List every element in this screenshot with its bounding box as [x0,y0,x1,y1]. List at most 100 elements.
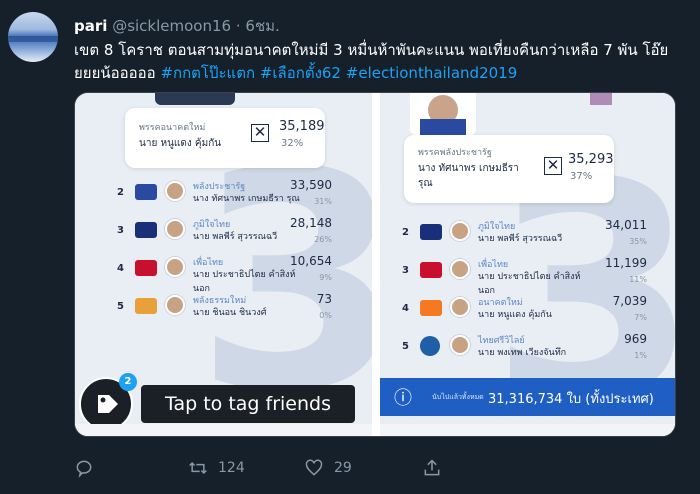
row-name: นาย พลพีร์ สุวรรณฉวี [478,234,563,244]
image-panel-left: 3 พรรคอนาคตใหม่ นาย หนูแดง คุ้มกัน ✕ 35,… [75,93,372,436]
reply-icon [76,460,92,478]
like-count: 29 [334,460,352,476]
row-pct: 1% [634,351,647,360]
winner-votes: 35,293 [568,152,614,167]
row-pct: 9% [319,273,332,282]
candidate-photo [450,335,470,355]
tweet-image[interactable]: 3 พรรคอนาคตใหม่ นาย หนูแดง คุ้มกัน ✕ 35,… [74,92,676,437]
total-label: นับไปแล้วทั้งหมด [432,393,484,401]
candidate-row: 3 ภูมิใจไทย นาย พลพีร์ สุวรรณฉวี 28,148 … [75,213,372,251]
hashtag-link[interactable]: #เลือกตั้ง62 [260,64,341,82]
avatar[interactable] [8,12,58,62]
display-name[interactable]: pari [74,17,107,35]
tweet-time[interactable]: 6ชม. [245,17,279,35]
winner-party: พรรคอนาคตใหม่ [139,123,206,133]
candidate-row: 5 พลังธรรมใหม่ นาย ชินอน ชินวงศ์ 73 0% [75,289,372,327]
row-pct: 11% [629,275,647,284]
winner-votes: 35,189 [279,119,325,134]
candidate-photo [165,181,185,201]
party-logo-icon [135,260,157,276]
party-logo-icon [135,298,157,314]
reply-button[interactable] [74,455,104,481]
tag-friends-label[interactable]: Tap to tag friends [141,385,355,423]
row-pct: 26% [314,235,332,244]
image-divider [372,93,380,436]
winner-party: พรรคพลังประชารัฐ [418,148,492,158]
tag-count-badge: 2 [119,373,137,391]
image-panel-right: 3 พรรคพลังประชารัฐ นาง ทัศนาพร เกษมธีรา … [380,93,675,436]
candidate-row: 3 เพื่อไทย นาย ประชาธิปไตย คำสิงห์ นอก 1… [380,253,675,296]
tweet[interactable]: pari @sicklemoon16 · 6ชม. เขต 8 โคราช ตอ… [0,0,700,494]
retweet-count: 124 [218,460,245,476]
row-rank: 5 [402,341,409,352]
row-votes: 34,011 [605,218,647,232]
candidate-row: 2 พลังประชารัฐ นาง ทัศนาพร เกษมธีรา รุณ … [75,175,372,213]
candidate-photo [165,219,185,239]
share-button[interactable] [422,455,452,481]
row-rank: 3 [117,225,124,236]
row-votes: 10,654 [290,254,332,268]
header-separator: · [235,17,241,35]
winner-name: นาง ทัศนาพร เกษมธีรา รุณ [418,163,519,189]
user-handle[interactable]: @sicklemoon16 [112,17,231,35]
row-rank: 4 [402,303,409,314]
row-votes: 28,148 [290,216,332,230]
info-icon[interactable]: ⓘ [394,384,412,410]
row-rank: 3 [402,265,409,276]
party-logo-icon [135,184,157,200]
share-icon [424,459,440,476]
row-pct: 7% [634,313,647,322]
candidate-photo [450,259,470,279]
mark-icon: ✕ [251,124,269,142]
row-rank: 2 [402,227,409,238]
candidate-photo [450,297,470,317]
winner-card: พรรคพลังประชารัฐ นาง ทัศนาพร เกษมธีรา รุ… [404,135,614,203]
like-button[interactable]: 29 [304,455,352,481]
row-name: นาย ชินอน ชินวงศ์ [193,308,267,318]
row-rank: 2 [117,187,124,198]
candidate-photo [450,221,470,241]
row-votes: 73 [316,292,332,306]
candidate-row: 4 เพื่อไทย นาย ประชาธิปไตย คำสิงห์ นอก 1… [75,251,372,294]
row-name: นาย พงเทพ เวียงจันทึก [478,348,567,358]
hashtag-link[interactable]: #electionthailand2019 [346,64,517,82]
winner-pct: 32% [281,138,304,149]
winner-name: นาย หนูแดง คุ้มกัน [139,138,222,149]
row-name: นาย หนูแดง คุ้มกัน [478,310,552,320]
winner-pct: 37% [570,171,593,182]
candidate-row: 5 ไทยศรีวิไลย์ นาย พงเทพ เวียงจันทึก 969… [380,329,675,367]
row-name: นาย พลพีร์ สุวรรณฉวี [193,232,278,242]
phone-nav-bar [380,424,675,436]
hashtag-link[interactable]: #กกตโป๊ะแตก [160,64,255,82]
retweet-icon [189,461,207,475]
party-logo-icon [420,336,440,356]
party-logo-icon [420,300,442,316]
candidate-row: 4 อนาคตใหม่ นาย หนูแดง คุ้มกัน 7,039 7% [380,291,675,329]
row-votes: 33,590 [290,178,332,192]
retweet-button[interactable]: 124 [188,455,245,481]
emblem-fragment [590,93,612,105]
tweet-header: pari @sicklemoon16 · 6ชม. [74,14,280,38]
party-logo-icon [135,222,157,238]
row-name: นาง ทัศนาพร เกษมธีรา รุณ [193,194,300,204]
row-votes: 11,199 [605,256,647,270]
row-pct: 0% [319,311,332,320]
phone-nav-bar [75,424,372,436]
candidate-row: 2 ภูมิใจไทย นาย พลพีร์ สุวรรณฉวี 34,011 … [380,215,675,253]
total-votes-bar: ⓘ นับไปแล้วทั้งหมด 31,316,734 ใบ (ทั้งปร… [380,378,675,416]
winner-card: พรรคอนาคตใหม่ นาย หนูแดง คุ้มกัน ✕ 35,18… [125,108,325,168]
party-logo-icon [420,262,442,278]
tweet-actions: 124 29 [74,455,494,481]
tag-friends-button[interactable]: 2 Tap to tag friends [79,373,355,431]
row-rank: 4 [117,263,124,274]
total-votes: 31,316,734 ใบ (ทั้งประเทศ) [488,392,654,407]
party-logo-icon [420,224,442,240]
heart-icon [305,459,323,476]
row-votes: 969 [624,332,647,346]
candidate-photo [165,257,185,277]
row-pct: 35% [629,237,647,246]
mark-icon: ✕ [544,157,562,175]
row-rank: 5 [117,301,124,312]
candidate-photo [165,295,185,315]
candidate-portrait [410,93,476,135]
